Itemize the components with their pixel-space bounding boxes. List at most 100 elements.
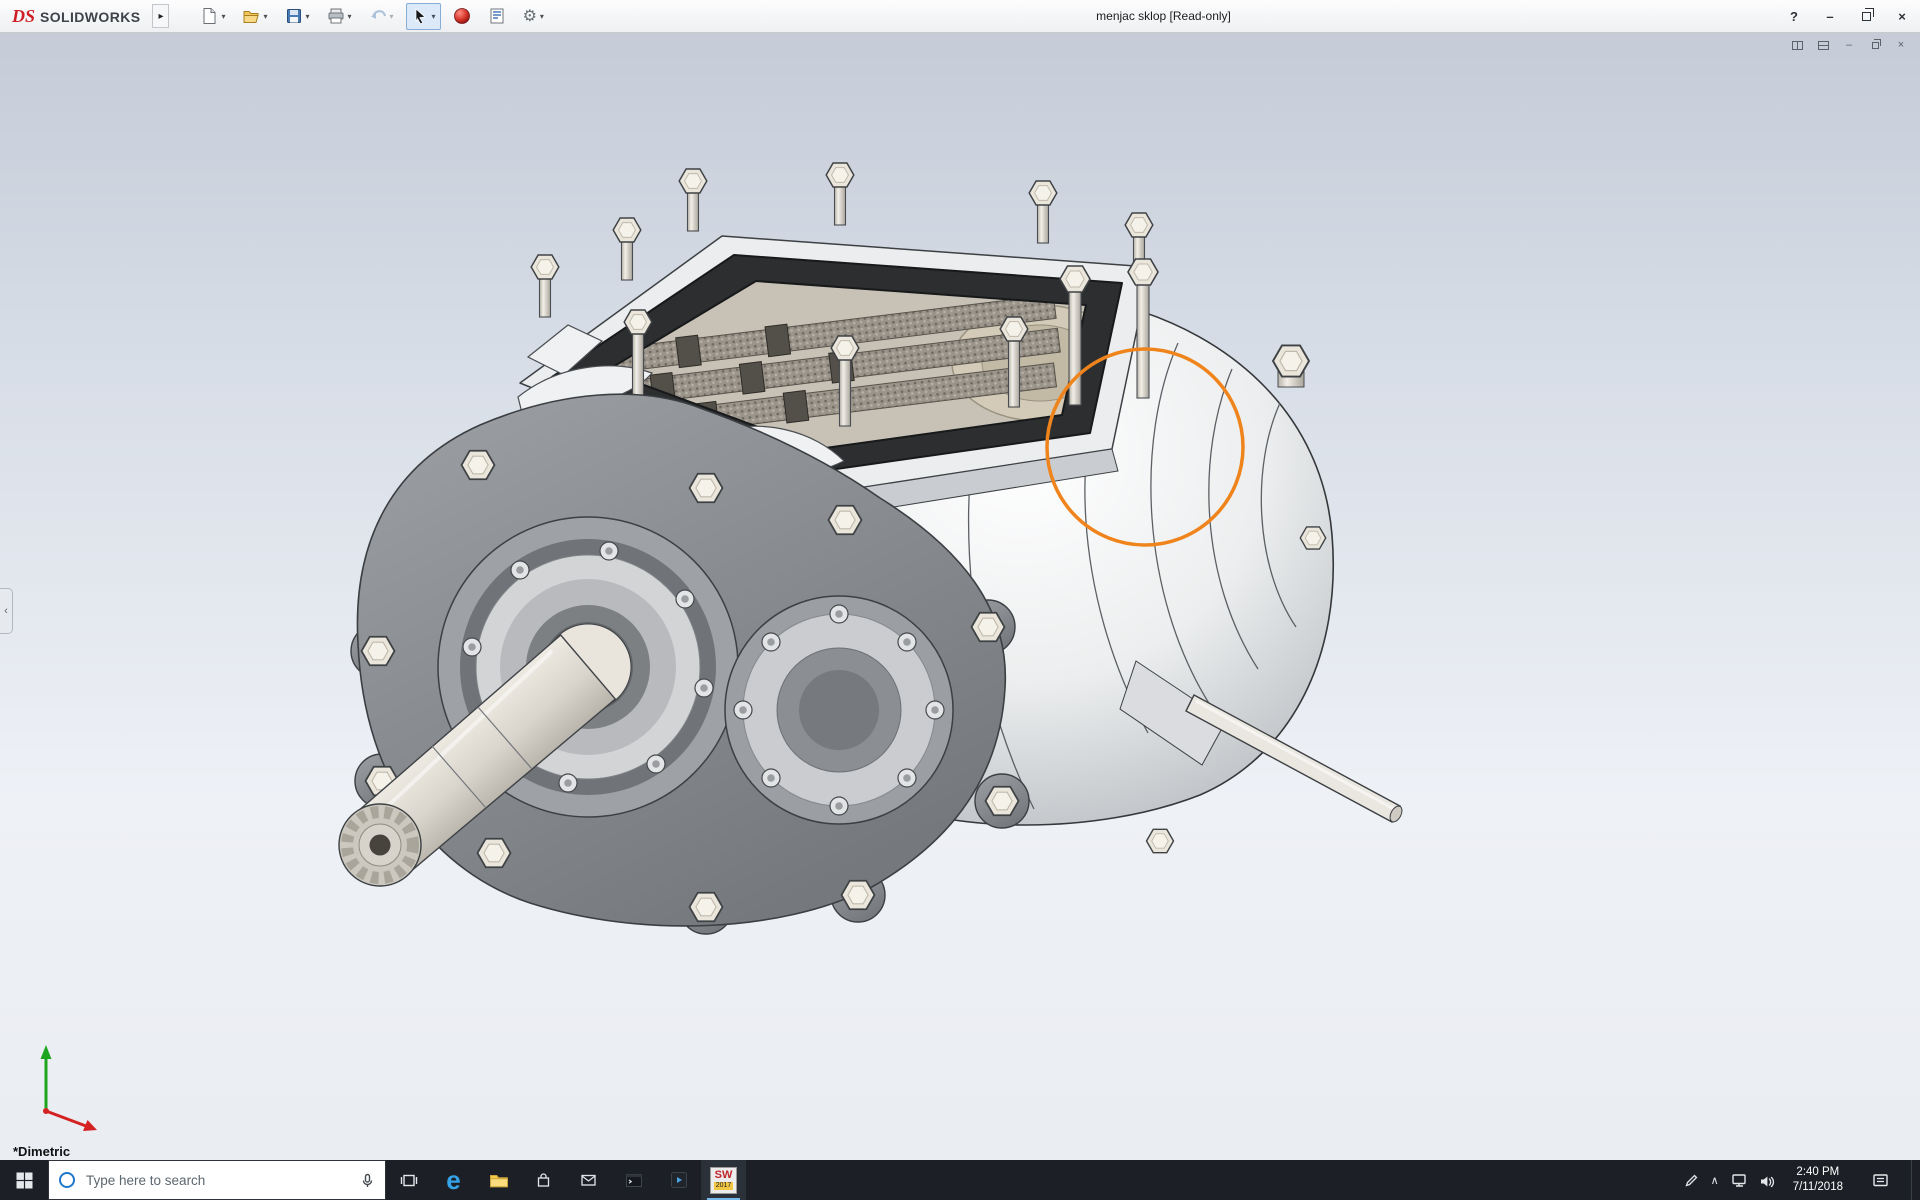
solidworks-app-button[interactable]: SW 2017: [701, 1160, 746, 1200]
store-icon: [537, 1173, 550, 1187]
doc-restore-button[interactable]: [1866, 37, 1884, 53]
media-app-icon: [670, 1172, 687, 1188]
dropdown-icon: ▾: [431, 11, 436, 21]
document-properties-icon: [490, 8, 504, 24]
network-icon: [1731, 1174, 1746, 1187]
appearance-sphere-icon: [453, 8, 470, 24]
edge-button[interactable]: e: [431, 1160, 476, 1200]
window-title: menjac sklop [Read-only]: [1096, 9, 1231, 23]
mail-button[interactable]: [566, 1160, 611, 1200]
chevron-up-icon: ∧: [1710, 1174, 1719, 1187]
help-button[interactable]: ?: [1776, 0, 1812, 32]
task-view-button[interactable]: [386, 1160, 431, 1200]
close-icon: ×: [1898, 8, 1906, 24]
restore-button[interactable]: [1848, 0, 1884, 32]
menu-flyout-button[interactable]: ▸: [152, 4, 170, 28]
collapse-arrow-icon: ‹: [4, 605, 8, 617]
clock-time: 2:40 PM: [1796, 1166, 1840, 1179]
dropdown-icon: ▾: [305, 11, 310, 21]
split-pane-icon: [1791, 40, 1803, 50]
save-icon: [286, 9, 301, 23]
gear-icon: ⚙: [522, 8, 537, 25]
doc-minimize-button[interactable]: –: [1840, 37, 1858, 53]
dropdown-icon: ▾: [539, 11, 544, 21]
quick-access-toolbar: ▾ ▾ ▾ ▾ ▾ ▾ ⚙ ▾: [195, 2, 549, 30]
brand-name-text: SOLIDWORKS: [40, 8, 141, 25]
doc-close-icon: ×: [1897, 39, 1905, 51]
select-tool-button[interactable]: ▾: [405, 2, 441, 30]
panel-collapse-tab[interactable]: ‹: [0, 588, 13, 634]
document-properties-button[interactable]: [483, 3, 511, 30]
solidworks-app-icon: SW 2017: [710, 1166, 737, 1194]
save-button[interactable]: ▾: [280, 3, 315, 30]
microphone-icon[interactable]: [360, 1173, 375, 1188]
pen-icon: [1685, 1174, 1698, 1187]
dropdown-icon: ▾: [221, 11, 226, 21]
ds-logo-text: DS: [12, 5, 36, 26]
doc-restore-icon: [1871, 38, 1882, 49]
file-explorer-button[interactable]: [476, 1160, 521, 1200]
dropdown-icon: ▾: [389, 11, 394, 21]
pen-tray-button[interactable]: [1683, 1172, 1699, 1188]
new-document-icon: [203, 8, 216, 24]
new-document-button[interactable]: ▾: [195, 3, 230, 30]
search-input[interactable]: [84, 1171, 351, 1189]
cortana-icon: [59, 1172, 75, 1188]
flyout-arrow-icon: ▸: [158, 10, 164, 22]
doc-pane-button-2[interactable]: [1814, 37, 1832, 53]
undo-icon: [370, 10, 386, 19]
file-explorer-icon: [489, 1174, 508, 1187]
action-center-icon: [1872, 1174, 1888, 1187]
dropdown-icon: ▾: [347, 11, 352, 21]
console-icon: [625, 1173, 642, 1187]
horizontal-pane-icon: [1817, 40, 1829, 50]
solidworks-logo: DS SOLIDWORKS: [0, 6, 148, 27]
view-orientation-label: *Dimetric: [13, 1144, 71, 1159]
taskbar-search[interactable]: [48, 1160, 386, 1200]
network-tray-button[interactable]: [1731, 1172, 1747, 1188]
dropdown-icon: ▾: [263, 11, 268, 21]
undo-button[interactable]: ▾: [364, 3, 399, 30]
minimize-icon: –: [1826, 8, 1834, 24]
options-button[interactable]: ⚙ ▾: [518, 3, 549, 30]
volume-icon: [1760, 1176, 1774, 1187]
minimize-button[interactable]: –: [1812, 0, 1848, 32]
orientation-triad: [40, 1045, 97, 1131]
doc-minimize-icon: –: [1845, 39, 1853, 51]
restore-icon: [1861, 7, 1874, 21]
doc-pane-button-1[interactable]: [1788, 37, 1806, 53]
media-app-button[interactable]: [656, 1160, 701, 1200]
window-controls: ? – ×: [1776, 0, 1920, 32]
print-button[interactable]: ▾: [322, 3, 357, 30]
graphics-area[interactable]: – × ‹ *Dimetric: [0, 33, 1920, 1160]
taskbar-clock[interactable]: 2:40 PM 7/11/2018: [1787, 1165, 1849, 1195]
sw-letters: SW: [714, 1168, 733, 1181]
open-button[interactable]: ▾: [237, 3, 272, 30]
title-bar: DS SOLIDWORKS ▸ ▾ ▾ ▾ ▾ ▾ ▾ ⚙ ▾ menjac s…: [0, 0, 1920, 33]
clock-date: 7/11/2018: [1792, 1181, 1843, 1193]
mail-icon: [581, 1174, 596, 1186]
console-button[interactable]: [611, 1160, 656, 1200]
edge-icon: e: [446, 1165, 461, 1195]
store-button[interactable]: [521, 1160, 566, 1200]
help-icon: ?: [1790, 8, 1798, 24]
select-arrow-icon: [415, 8, 426, 25]
windows-logo-icon: [16, 1172, 32, 1188]
task-view-icon: [400, 1174, 417, 1186]
doc-close-button[interactable]: ×: [1892, 37, 1910, 53]
windows-taskbar: e SW 2017: [0, 1160, 1920, 1200]
appearance-button[interactable]: [448, 3, 476, 30]
open-folder-icon: [243, 11, 260, 23]
print-icon: [328, 8, 344, 24]
tray-overflow-button[interactable]: ∧: [1711, 1174, 1719, 1187]
action-center-button[interactable]: [1861, 1160, 1899, 1200]
side-cover[interactable]: [724, 595, 954, 825]
start-button[interactable]: [0, 1160, 48, 1200]
document-window-controls: – ×: [1788, 37, 1910, 53]
show-desktop-button[interactable]: [1911, 1160, 1918, 1200]
system-tray: ∧ 2:40 PM 7/11/2018: [1683, 1160, 1920, 1200]
close-button[interactable]: ×: [1884, 0, 1920, 32]
volume-tray-button[interactable]: [1759, 1173, 1775, 1188]
sw-year-badge: 2017: [713, 1181, 734, 1191]
gearbox-model-view[interactable]: [0, 33, 1920, 1160]
